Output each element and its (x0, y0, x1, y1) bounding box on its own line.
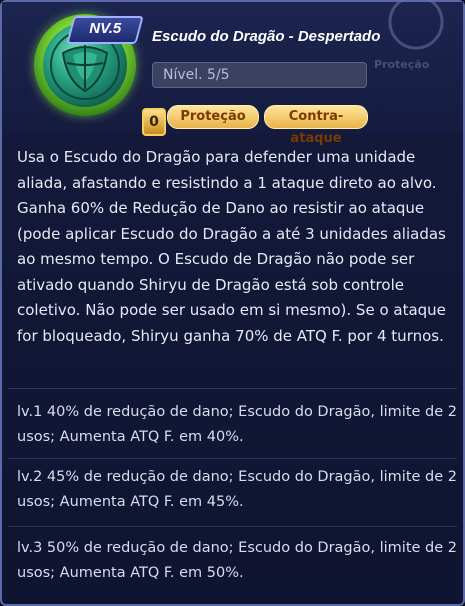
level-3-effect: lv.3 50% de redução de dano; Escudo do D… (17, 540, 457, 581)
ghost-label: Proteção (374, 58, 430, 71)
gem-count-badge: 0 (142, 108, 166, 136)
skill-description: Usa o Escudo do Dragão para defender uma… (17, 148, 446, 345)
background-skill-ghost: Proteção (370, 0, 463, 82)
divider (8, 388, 457, 389)
tag-protecao: Proteção (167, 105, 259, 129)
skill-title: Escudo do Dragão - Despertado (152, 28, 381, 45)
skill-header: Proteção NV.5 0 Escudo do Dragão - Despe… (2, 0, 463, 146)
level-2-effect: lv.2 45% de redução de dano; Escudo do D… (17, 469, 457, 510)
divider (8, 458, 457, 459)
level-badge-text: NV.5 (89, 20, 122, 37)
skill-level-field: Nível. 5/5 (152, 62, 367, 88)
skill-tooltip-panel: Proteção NV.5 0 Escudo do Dragão - Despe… (0, 0, 465, 606)
divider (8, 526, 457, 527)
level-1-effect: lv.1 40% de redução de dano; Escudo do D… (17, 404, 457, 445)
level-badge: NV.5 (66, 16, 144, 44)
skill-icon: NV.5 0 (34, 14, 166, 136)
tag-contra-ataque: Contra-ataque (264, 105, 368, 146)
